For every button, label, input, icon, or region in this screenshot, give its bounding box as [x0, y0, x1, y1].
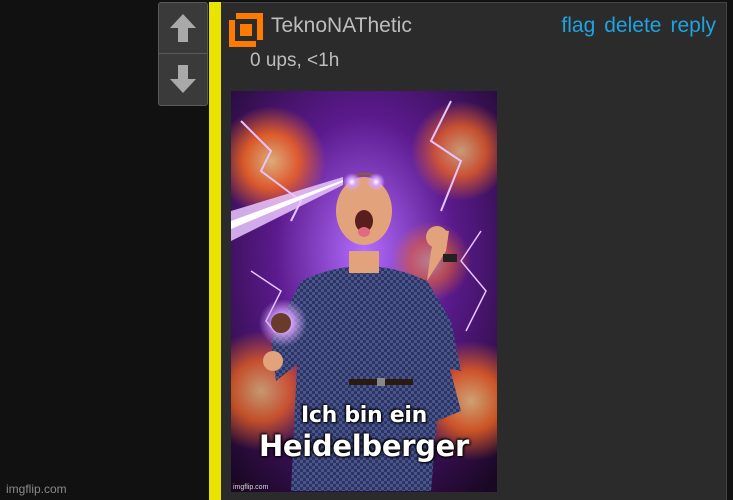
meme-image[interactable]: Ich bin ein Heidelberger imgflip.com — [231, 91, 497, 492]
comment-meta: 0 ups, <1h — [250, 50, 340, 71]
meme-caption-line2: Heidelberger — [258, 429, 470, 463]
highlight-bar — [209, 2, 221, 500]
comment-actions: flag delete reply — [561, 14, 716, 38]
vote-box — [158, 2, 208, 106]
delete-link[interactable]: delete — [604, 14, 661, 38]
meme-caption-line1: Ich bin ein — [301, 403, 427, 428]
reply-link[interactable]: reply — [670, 14, 716, 38]
downvote-button[interactable] — [159, 54, 207, 104]
user-avatar-icon[interactable] — [228, 12, 264, 48]
upvote-button[interactable] — [159, 3, 207, 54]
comment-username[interactable]: TeknoNAThetic — [271, 14, 412, 38]
arrow-down-icon — [170, 65, 196, 93]
arrow-up-icon — [170, 14, 196, 42]
site-watermark: imgflip.com — [6, 482, 67, 496]
page: TeknoNAThetic 0 ups, <1h flag delete rep… — [0, 0, 733, 500]
meme-watermark: imgflip.com — [233, 484, 269, 491]
flag-link[interactable]: flag — [561, 14, 595, 38]
